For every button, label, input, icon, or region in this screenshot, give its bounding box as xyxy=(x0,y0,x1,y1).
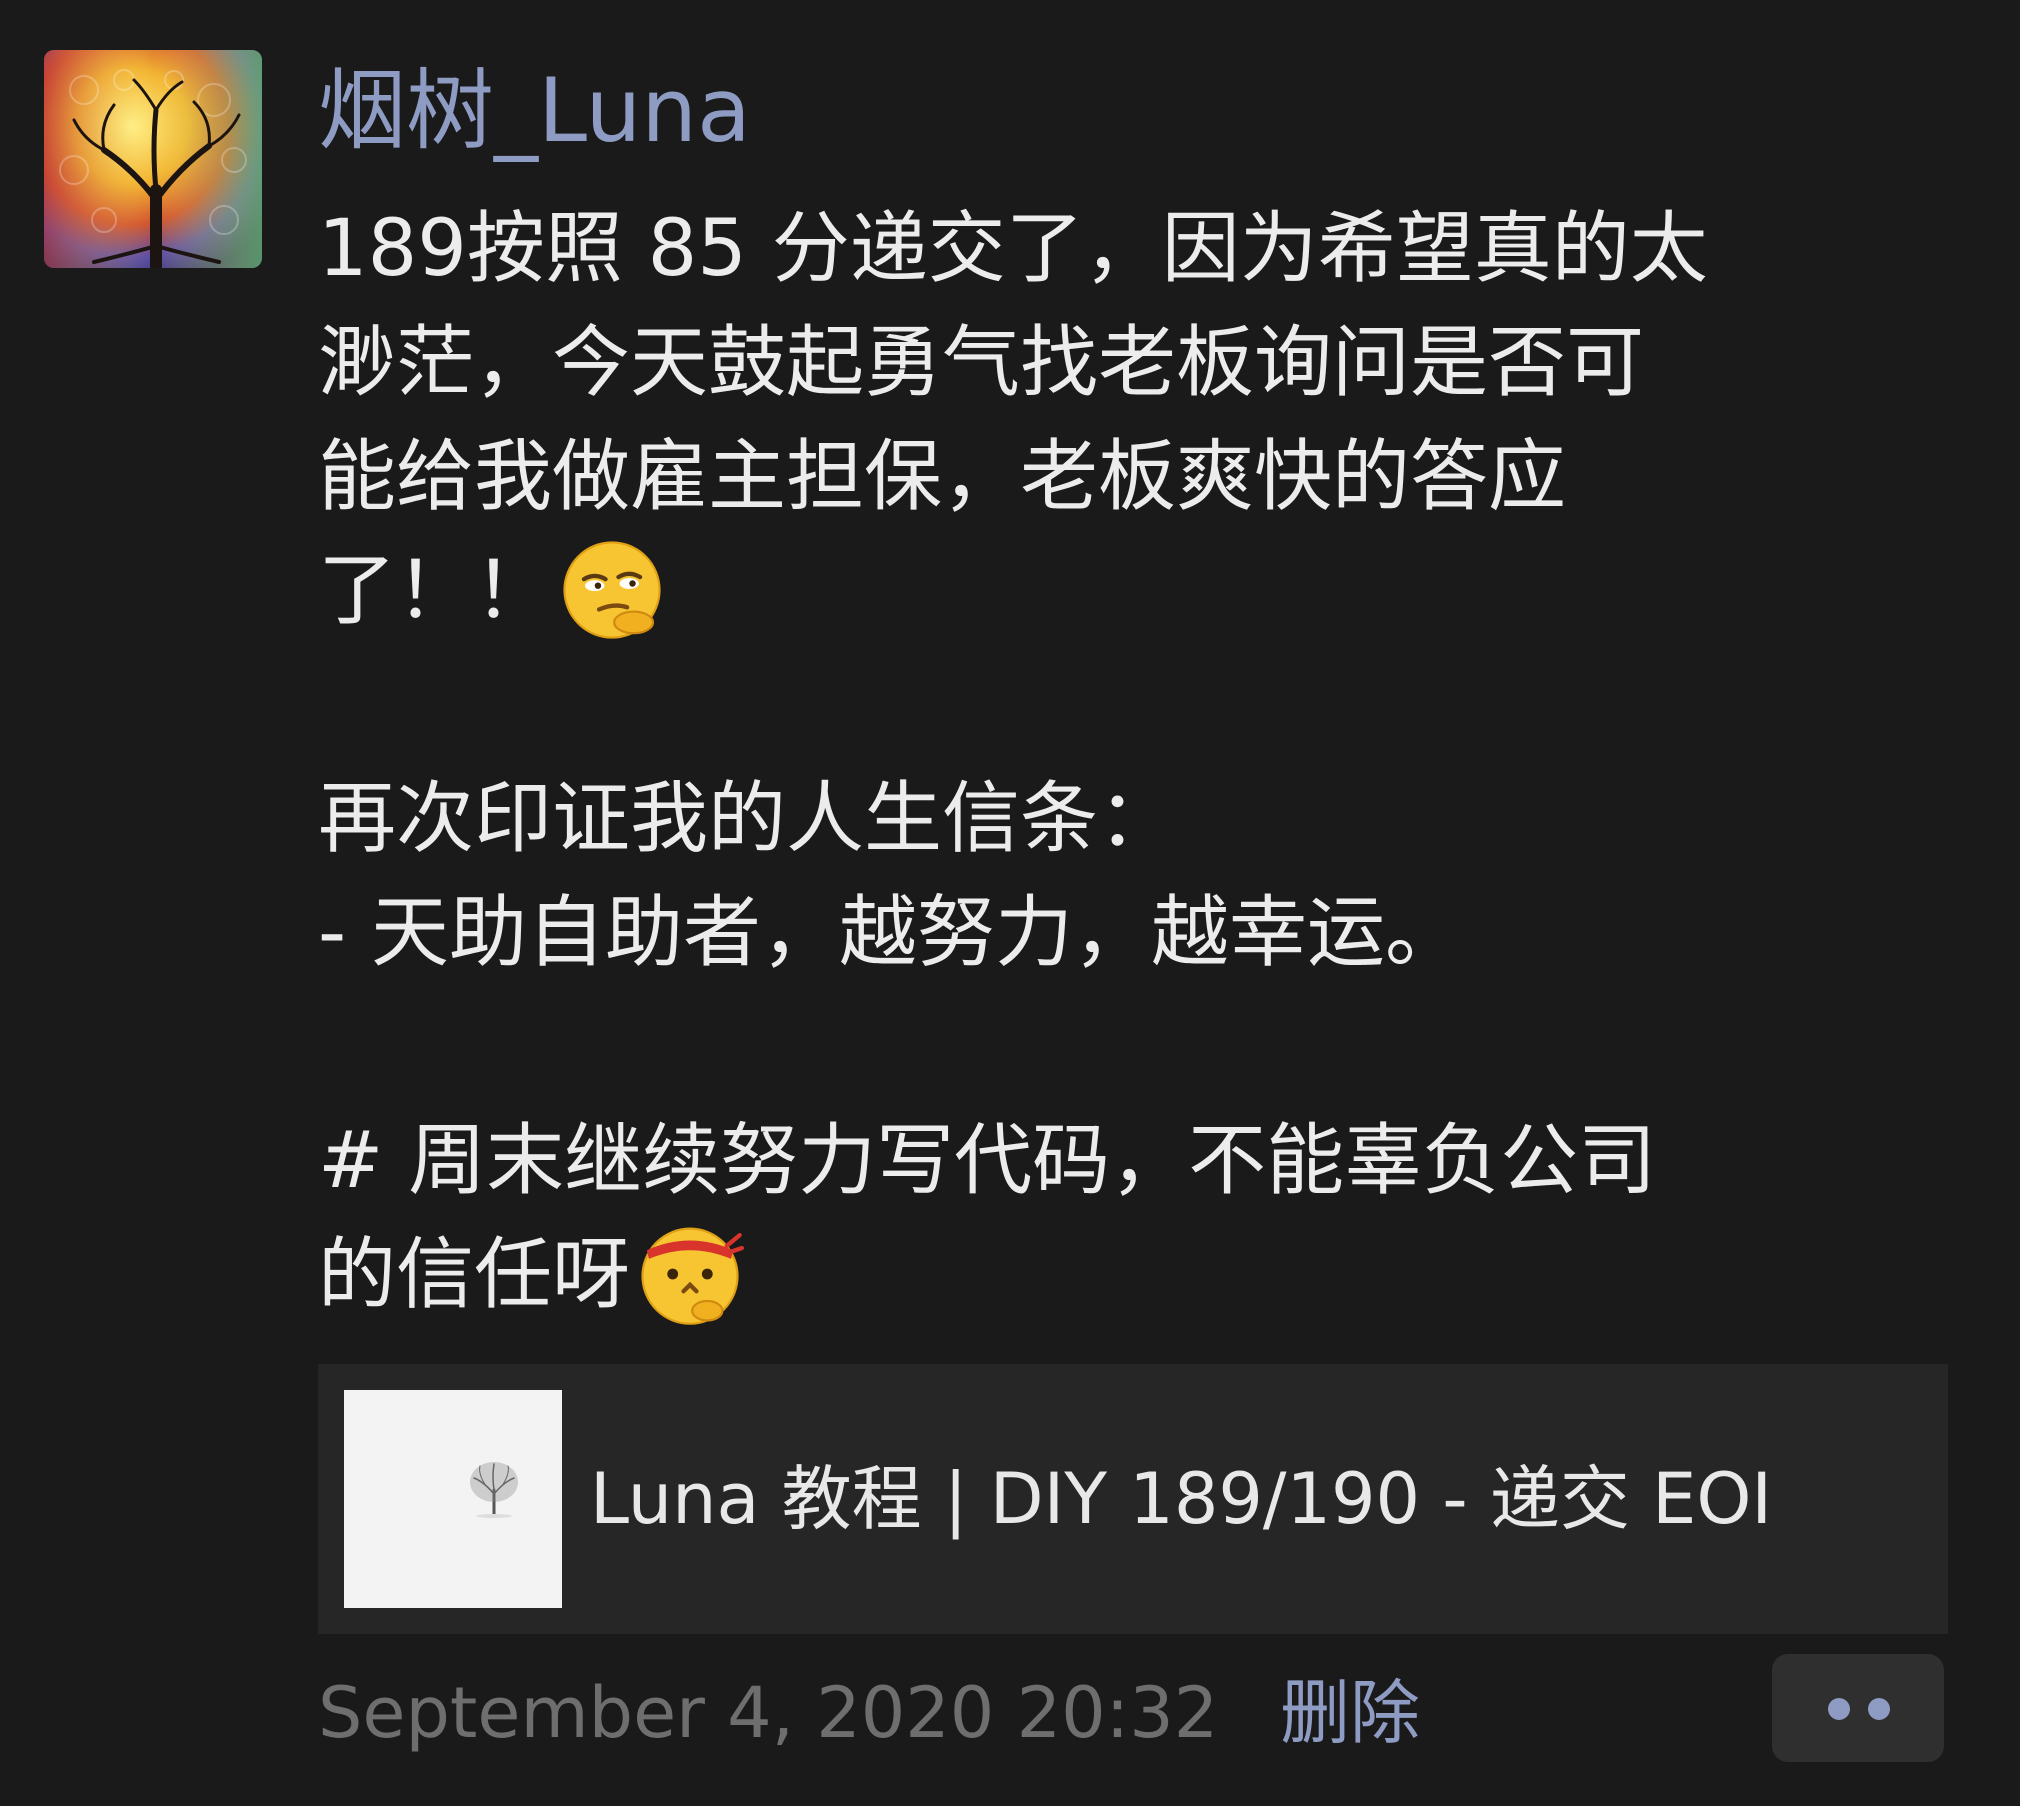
shared-link-card[interactable]: Luna 教程 | DIY 189/190 - 递交 EOI xyxy=(318,1364,1948,1634)
post-text-segment: 的信任呀 xyxy=(318,1230,631,1320)
determined-headband-emoji-icon xyxy=(641,1227,745,1325)
post-text-line-with-emoji: 了！！ xyxy=(318,534,1978,648)
lone-tree-thumbnail-image xyxy=(344,1390,562,1608)
link-thumbnail xyxy=(344,1390,562,1608)
post-text-line: # 周末继续努力写代码，不能辜负公司 xyxy=(318,1116,1657,1206)
post-text-line: 189按照 85 分递交了，因为希望真的太 xyxy=(318,204,1708,294)
avatar[interactable] xyxy=(44,50,262,268)
post-text-line: 再次印证我的人生信条： xyxy=(318,774,1177,864)
tree-avatar-image xyxy=(44,50,262,268)
post-text-line: 能给我做雇主担保，老板爽快的答应 xyxy=(318,432,1567,522)
delete-button[interactable]: 删除 xyxy=(1280,1668,1420,1758)
post-text: 189按照 85 分递交了，因为希望真的太 渺茫，今天鼓起勇气找老板询问是否可 … xyxy=(318,192,1978,1332)
post-text-line: 渺茫，今天鼓起勇气找老板询问是否可 xyxy=(318,318,1645,408)
post-timestamp: September 4, 2020 20:32 xyxy=(318,1672,1219,1754)
link-title[interactable]: Luna 教程 | DIY 189/190 - 递交 EOI xyxy=(590,1364,1772,1634)
post-text-segment: 了！！ xyxy=(318,546,553,636)
post-text-line: - 天助自助者，越努力，越幸运。 xyxy=(318,888,1463,978)
username[interactable]: 烟树_Luna xyxy=(318,56,751,166)
smirk-pointing-emoji-icon xyxy=(563,540,661,639)
more-options-button[interactable] xyxy=(1772,1654,1944,1762)
dot-icon xyxy=(1828,1698,1850,1720)
post-text-line-with-emoji: 的信任呀 xyxy=(318,1218,1978,1332)
dot-icon xyxy=(1868,1698,1890,1720)
